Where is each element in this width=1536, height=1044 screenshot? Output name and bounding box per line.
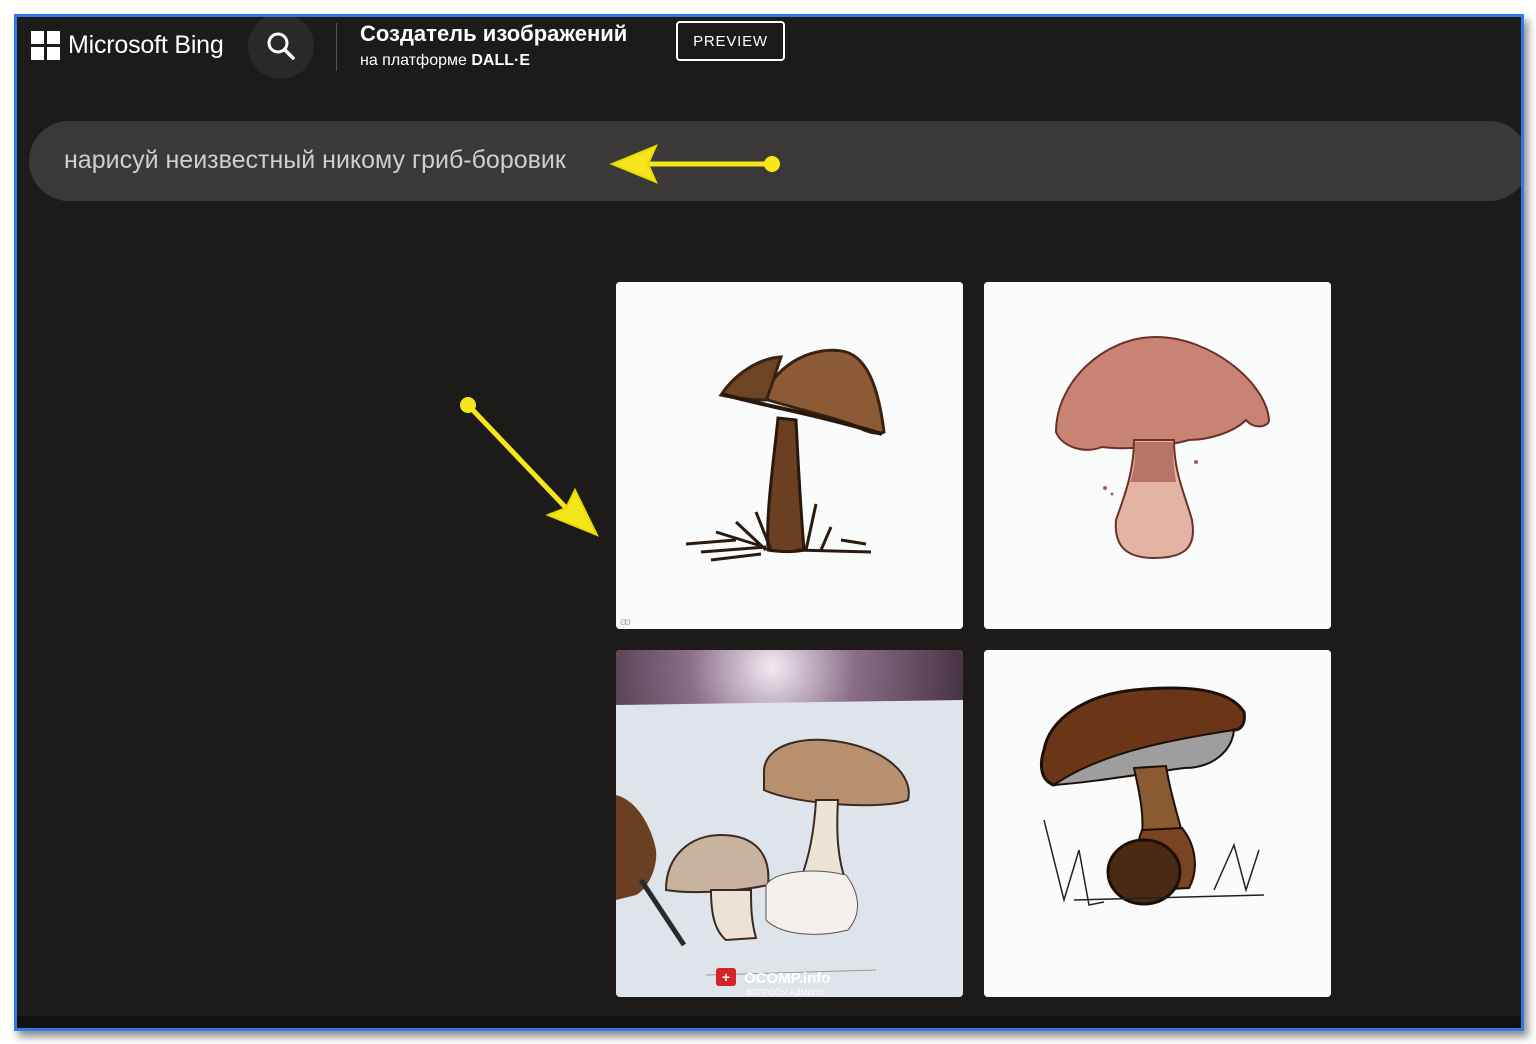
page-title-block: Создатель изображений на платформе DALL·… (360, 20, 627, 74)
mushroom-photo-image: + OCOMP.info ВОПРОСЫ АДМИНУ (616, 650, 963, 997)
mushroom-drawing-image (984, 650, 1331, 997)
header: Microsoft Bing Создатель изображений на … (17, 17, 1521, 109)
prompt-input[interactable]: нарисуй неизвестный никому гриб-боровик (29, 121, 1521, 201)
search-button[interactable] (248, 17, 314, 79)
subtitle-prefix: на платформе (360, 52, 472, 69)
watermark-site: OCOMP.info (744, 970, 830, 987)
mushroom-sketch-image: Ꙭ (616, 282, 963, 629)
preview-button[interactable]: PREVIEW (676, 21, 785, 61)
result-image-1[interactable]: Ꙭ (616, 282, 963, 629)
svg-text:Ꙭ: Ꙭ (620, 618, 631, 627)
svg-text:+: + (722, 969, 730, 985)
bing-logo[interactable]: Microsoft Bing (31, 31, 224, 60)
prompt-text: нарисуй неизвестный никому гриб-боровик (64, 146, 566, 174)
search-icon (267, 32, 295, 60)
app-window: Microsoft Bing Создатель изображений на … (14, 14, 1524, 1031)
brand-name: Microsoft Bing (68, 31, 224, 59)
page-subtitle: на платформе DALL·E (360, 48, 627, 74)
result-image-3[interactable]: + OCOMP.info ВОПРОСЫ АДМИНУ (616, 650, 963, 997)
result-image-4[interactable] (984, 650, 1331, 997)
result-image-2[interactable] (984, 282, 1331, 629)
windows-logo-icon (31, 31, 60, 60)
watermark-tagline: ВОПРОСЫ АДМИНУ (746, 988, 825, 997)
mushroom-painted-image (984, 282, 1331, 629)
page-bottom-strip (17, 1016, 1521, 1028)
platform-name: DALL·E (471, 52, 531, 69)
header-divider (336, 23, 337, 71)
page-title: Создатель изображений (360, 21, 628, 46)
